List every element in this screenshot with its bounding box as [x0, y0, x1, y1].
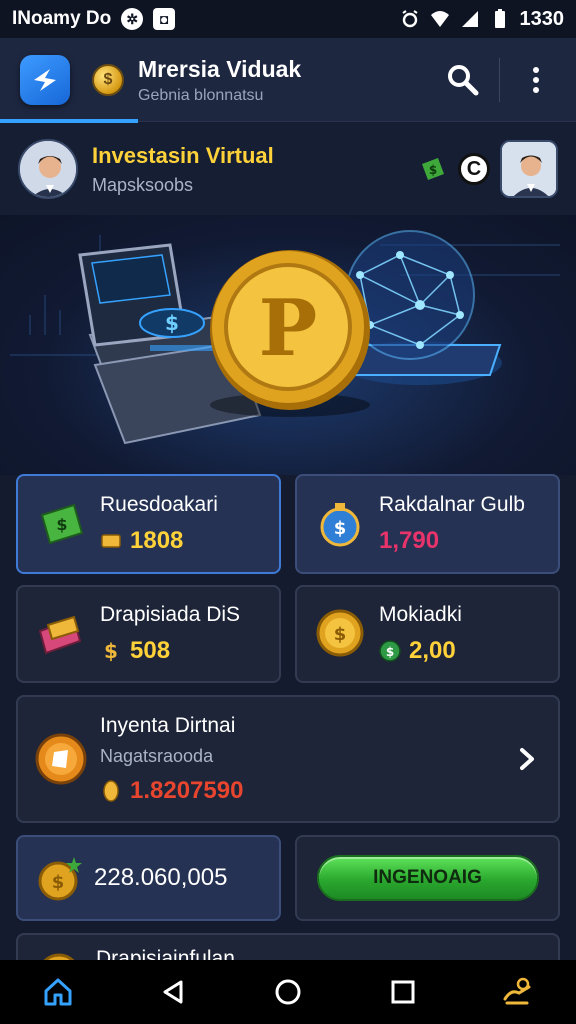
balance-value: 228.060,005: [94, 864, 228, 891]
status-time: 1330: [519, 7, 565, 30]
back-button[interactable]: [149, 968, 197, 1016]
more-options-button[interactable]: [516, 60, 556, 100]
app-bar: $ Mrersia Viduak Gebnia blonnatsu: [0, 38, 576, 122]
home-circle-button[interactable]: [264, 968, 312, 1016]
cta-card: INGENOAIG: [295, 835, 560, 921]
app-subtitle: Gebnia blonnatsu: [138, 86, 264, 104]
stat-card-4-value: 2,00: [409, 637, 456, 664]
coin-badge-icon: [35, 733, 87, 785]
user-avatar[interactable]: [18, 139, 78, 199]
wallet-nav-button[interactable]: [494, 968, 542, 1016]
wallet-icon: [38, 615, 82, 655]
profile-row: Investasin Virtual Mapsksoobs $ C: [0, 123, 576, 215]
coin-icon: $: [92, 64, 124, 96]
stat-card-2-title: Rakdalnar Gulb: [379, 493, 525, 516]
circle-icon: [275, 979, 301, 1005]
balance-card[interactable]: $ 228.060,005: [16, 835, 281, 921]
profile-title: Investasin Virtual: [92, 142, 274, 168]
search-icon: [448, 65, 479, 96]
coin-chat-icon: $: [316, 609, 364, 657]
hero-illustration: $ P: [0, 215, 576, 475]
stat-card-3-value: 508: [130, 637, 171, 664]
wifi-icon: [430, 11, 449, 27]
investment-card-title: Inyenta Dirtnai: [100, 713, 236, 737]
back-triangle-icon: [163, 980, 183, 1004]
svg-text:$: $: [386, 645, 394, 659]
svg-text:$: $: [52, 872, 65, 893]
chevron-right-icon[interactable]: [512, 744, 542, 774]
investment-card-subtitle: Nagatsraooda: [100, 745, 214, 766]
more-vert-icon: [533, 67, 539, 93]
stat-card-3-title: Drapisiada DiS: [100, 603, 241, 626]
toolbar-divider: [499, 58, 500, 102]
investment-card-value: 1.8207590: [130, 776, 244, 804]
signal-icon: [461, 11, 478, 27]
app-status-icon: ◘: [153, 8, 176, 30]
stat-card-4[interactable]: $ Mokiadki $ 2,00: [295, 585, 560, 683]
search-button[interactable]: [443, 60, 483, 100]
settings-status-icon: ✲: [121, 8, 144, 30]
home-button[interactable]: [34, 968, 82, 1016]
home-icon: [44, 978, 72, 1006]
wallet-hand-icon: [503, 977, 531, 1005]
svg-text:$: $: [165, 311, 179, 335]
stat-card-2-value: 1,790: [379, 527, 440, 554]
svg-text:$: $: [56, 515, 67, 534]
bottom-nav-bar: [0, 960, 576, 1024]
status-bar: INoamy Do ✲ ◘ 1330: [0, 0, 576, 38]
app-title: Mrersia Viduak: [138, 55, 302, 82]
svg-text:$: $: [334, 518, 347, 539]
money-icon[interactable]: $: [418, 154, 448, 184]
stat-card-4-title: Mokiadki: [379, 603, 462, 626]
stat-card-1-title: Ruesdoakari: [100, 493, 218, 516]
svg-text:P: P: [259, 283, 318, 374]
app-logo-icon[interactable]: [20, 55, 70, 105]
status-left-text: INoamy Do: [12, 8, 112, 29]
profile-subtitle: Mapsksoobs: [92, 174, 194, 195]
secondary-avatar[interactable]: [500, 140, 558, 198]
svg-text:$: $: [334, 624, 347, 645]
tab-divider-line: [138, 121, 576, 122]
dollar-sign-icon: $: [104, 640, 118, 662]
gold-bar-icon: [101, 534, 121, 548]
money-bag-icon: $: [320, 503, 360, 547]
coin-stars-icon: $: [38, 857, 82, 901]
green-coin-icon: $: [379, 640, 401, 662]
svg-text:$: $: [104, 640, 118, 662]
stat-card-3[interactable]: Drapisiada DiS $ 508: [16, 585, 281, 683]
recents-button[interactable]: [379, 968, 427, 1016]
stat-card-1-value: 1808: [130, 527, 184, 554]
stat-card-2[interactable]: $ Rakdalnar Gulb 1,790: [295, 474, 560, 574]
cash-stack-icon: $: [40, 503, 84, 545]
investment-card[interactable]: Inyenta Dirtnai Nagatsraooda 1.8207590: [16, 695, 560, 823]
currency-c-icon[interactable]: C: [458, 153, 490, 185]
gold-coin-mini-icon: [103, 779, 119, 802]
svg-text:$: $: [429, 163, 437, 177]
square-icon: [391, 980, 415, 1004]
alarm-icon: [401, 10, 418, 28]
battery-icon: [494, 9, 505, 28]
stat-card-1[interactable]: $ Ruesdoakari 1808: [16, 474, 281, 574]
invest-button[interactable]: INGENOAIG: [316, 855, 539, 901]
